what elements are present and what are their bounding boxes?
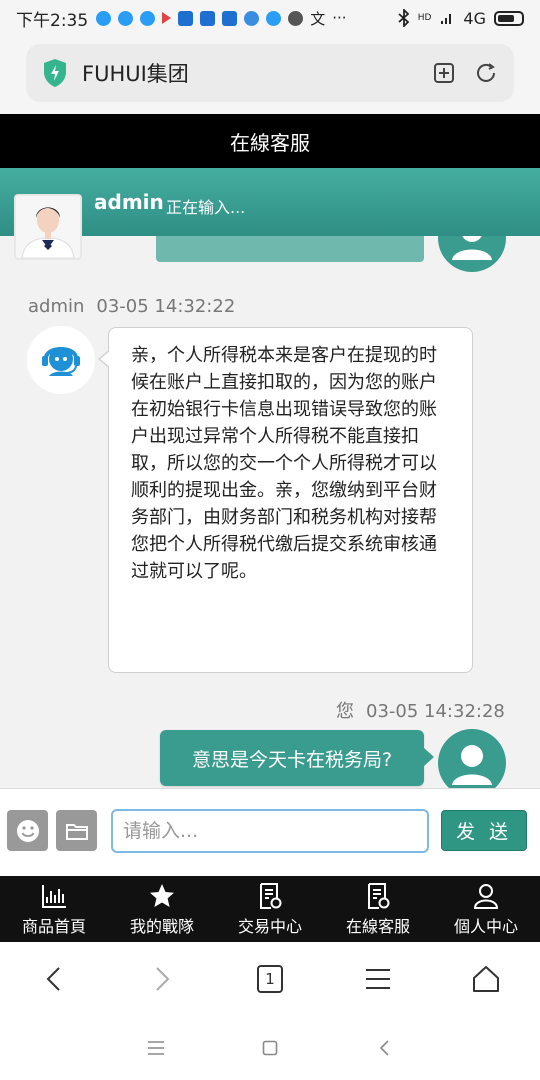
shield-icon — [44, 59, 66, 87]
chart-icon — [42, 884, 66, 908]
hd-label: HD — [417, 12, 432, 23]
app-icon — [244, 10, 260, 26]
tab-team[interactable]: 我的戰隊 — [108, 876, 216, 942]
browser-navigation: 1 — [0, 942, 540, 1016]
message-text: 亲，个人所得税本来是客户在提现的时候在账户上直接扣取的，因为您的账户在初始银行卡… — [131, 345, 437, 582]
message-time: 03-05 14:32:22 — [96, 296, 236, 317]
tab-profile[interactable]: 個人中心 — [432, 876, 540, 942]
signal-icon — [441, 14, 452, 24]
send-button[interactable]: 发 送 — [441, 810, 527, 851]
more-dots-icon: ··· — [332, 9, 347, 27]
add-tab-icon[interactable] — [432, 61, 456, 85]
battery-icon — [494, 10, 524, 26]
qq-icon — [118, 10, 134, 26]
system-navigation — [0, 1016, 540, 1080]
typing-status: 正在输入... — [166, 198, 246, 217]
menu-button[interactable] — [358, 959, 398, 999]
app-icon — [178, 10, 194, 26]
file-button[interactable] — [56, 810, 97, 851]
user-avatar — [438, 729, 506, 788]
home-button[interactable] — [466, 959, 506, 999]
chevron-left-icon — [46, 967, 60, 991]
system-home-button[interactable] — [259, 1037, 281, 1059]
menu-icon — [148, 1041, 164, 1055]
notification-icons: 文 ··· — [96, 8, 398, 29]
message-sender: admin — [28, 296, 85, 317]
back-button[interactable] — [34, 959, 74, 999]
app-icon — [266, 10, 282, 26]
chat-area[interactable]: admin 正在输入... admin 03-05 14:32:22 亲，个人所… — [0, 168, 540, 788]
status-bar: 下午2:35 文 ··· HD 4G — [0, 0, 540, 36]
message-sender: 您 — [336, 701, 354, 722]
tab-trading[interactable]: 交易中心 — [216, 876, 324, 942]
app-icon — [222, 10, 238, 26]
play-icon — [162, 12, 172, 24]
bluetooth-icon — [398, 9, 410, 27]
page-title: 在線客服 — [230, 130, 310, 155]
support-avatar — [27, 326, 95, 394]
app-icon — [96, 10, 112, 26]
menu-icon — [366, 969, 390, 989]
agent-name: admin — [94, 190, 164, 214]
star-icon — [150, 883, 174, 907]
sent-message-bubble: 意思是今天卡在税务局? — [160, 730, 434, 786]
message-composer: 发 送 — [0, 788, 540, 876]
message-text: 意思是今天卡在税务局? — [191, 748, 393, 771]
message-input[interactable] — [111, 809, 429, 853]
browser-toolbar: FUHUI集团 — [0, 36, 540, 114]
page-url-title: FUHUI集团 — [82, 62, 189, 86]
received-message-bubble: 亲，个人所得税本来是客户在提现的时候在账户上直接扣取的，因为您的账户在初始银行卡… — [98, 327, 473, 673]
tabs-button[interactable]: 1 — [250, 959, 290, 999]
tab-home[interactable]: 商品首頁 — [0, 876, 108, 942]
tab-label: 我的戰隊 — [129, 916, 194, 936]
chevron-right-icon — [156, 967, 170, 991]
emoji-button[interactable] — [7, 810, 48, 851]
address-bar[interactable]: FUHUI集团 — [26, 44, 514, 102]
message-meta: admin 03-05 14:32:22 — [28, 296, 235, 317]
app-icon — [200, 10, 216, 26]
status-right: HD 4G — [398, 9, 524, 28]
recents-button[interactable] — [145, 1037, 167, 1059]
message-time: 03-05 14:32:28 — [366, 701, 505, 722]
network-type: 4G — [463, 8, 486, 28]
tab-label: 商品首頁 — [21, 916, 86, 936]
agent-avatar — [14, 194, 82, 260]
chevron-left-icon — [379, 1040, 389, 1056]
folder-icon — [65, 823, 88, 840]
system-back-button[interactable] — [373, 1037, 395, 1059]
page-header: 在線客服 — [0, 114, 540, 168]
forward-button[interactable] — [142, 959, 182, 999]
refresh-icon[interactable] — [474, 61, 498, 85]
app-icon — [288, 10, 304, 26]
square-icon — [262, 1040, 278, 1056]
text-icon: 文 — [310, 9, 326, 28]
bottom-tab-bar: 商品首頁 我的戰隊 交易中心 在線客服 個人中心 — [0, 876, 540, 942]
tab-label: 個人中心 — [453, 916, 518, 936]
document-icon — [260, 882, 282, 909]
document-icon — [368, 882, 390, 909]
smiley-icon — [16, 819, 39, 842]
tab-count: 1 — [265, 970, 275, 988]
home-icon — [473, 966, 499, 992]
message-meta: 您 03-05 14:32:28 — [336, 697, 505, 723]
user-icon — [473, 883, 499, 909]
tab-label: 在線客服 — [345, 916, 410, 936]
tab-support[interactable]: 在線客服 — [324, 876, 432, 942]
status-time: 下午2:35 — [16, 10, 89, 31]
tab-label: 交易中心 — [237, 916, 302, 936]
qq-icon — [140, 10, 156, 26]
